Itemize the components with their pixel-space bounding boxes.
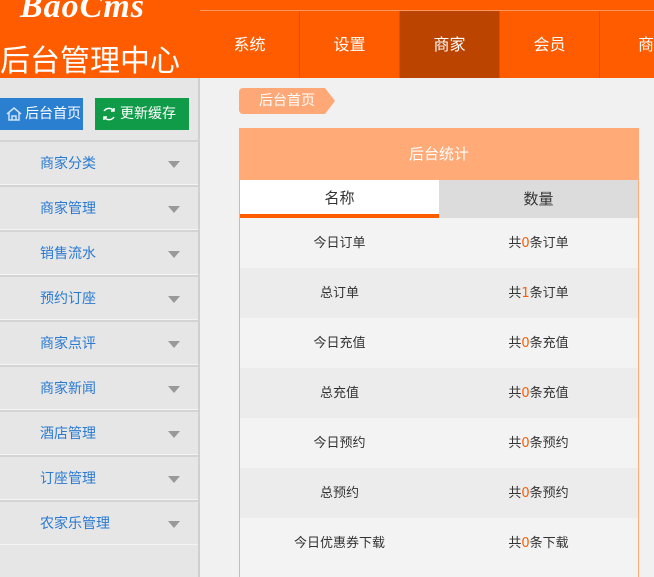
chevron-down-icon bbox=[168, 251, 180, 258]
sidebar-item-label: 销售流水 bbox=[40, 246, 96, 262]
table-body: 今日订单 共0条订单 总订单 共1条订单 今日充值 共0条充值 总充值 共0条充值 今日预约 共0… bbox=[240, 218, 638, 568]
count-suffix: 条订单 bbox=[529, 286, 569, 301]
sidebar-item-label: 订座管理 bbox=[40, 471, 96, 487]
sidebar-item[interactable]: 商家新闻 bbox=[0, 365, 198, 410]
sidebar-item[interactable]: 商家管理 bbox=[0, 185, 198, 230]
row-count: 共0条充值 bbox=[439, 368, 638, 418]
sidebar-item[interactable]: 酒店管理 bbox=[0, 410, 198, 455]
count-value: 0 bbox=[521, 236, 530, 251]
sidebar: 后台首页 更新缓存 商家分类商家管理销售流水预约订座商家点评商家新闻酒店管理订座… bbox=[0, 78, 200, 577]
logo: BaoCms bbox=[20, 0, 146, 25]
column-header-name[interactable]: 名称 bbox=[240, 180, 439, 218]
count-value: 0 bbox=[521, 486, 530, 501]
stats-table: 后台统计 名称 数量 今日订单 共0条订单 总订单 共1条订单 今日充值 共0条充值 总充值… bbox=[239, 128, 639, 577]
table-row: 总订单 共1条订单 bbox=[240, 268, 638, 318]
count-suffix: 条预约 bbox=[529, 486, 569, 501]
count-suffix: 条下载 bbox=[529, 536, 569, 551]
nav-tab-system[interactable]: 系统 bbox=[200, 11, 300, 78]
count-value: 1 bbox=[521, 286, 530, 301]
sidebar-item-label: 商家管理 bbox=[40, 201, 96, 217]
header: BaoCms 后台管理中心 系统 设置 商家 会员 商 bbox=[0, 0, 654, 79]
row-count: 共0条预约 bbox=[439, 418, 638, 468]
sidebar-item-label: 酒店管理 bbox=[40, 426, 96, 442]
chevron-down-icon bbox=[168, 386, 180, 393]
sidebar-item[interactable]: 商家分类 bbox=[0, 140, 198, 185]
row-count: 共0条充值 bbox=[439, 318, 638, 368]
count-suffix: 条订单 bbox=[529, 236, 569, 251]
row-name: 总预约 bbox=[319, 486, 359, 501]
sidebar-item[interactable]: 订座管理 bbox=[0, 455, 198, 500]
table-row: 今日预约 共0条预约 bbox=[240, 418, 638, 468]
count-suffix: 条预约 bbox=[529, 436, 569, 451]
row-count: 共1条订单 bbox=[439, 268, 638, 318]
top-nav: 系统 设置 商家 会员 商 bbox=[200, 11, 654, 78]
row-count: 共0条下载 bbox=[439, 518, 638, 568]
home-button[interactable]: 后台首页 bbox=[0, 98, 83, 130]
chevron-down-icon bbox=[168, 431, 180, 438]
chevron-down-icon bbox=[168, 521, 180, 528]
chevron-down-icon bbox=[168, 476, 180, 483]
nav-tab-settings[interactable]: 设置 bbox=[300, 11, 400, 78]
row-name: 今日充值 bbox=[313, 336, 366, 351]
row-name: 今日订单 bbox=[313, 236, 366, 251]
count-prefix: 共 bbox=[508, 486, 522, 501]
count-prefix: 共 bbox=[508, 286, 522, 301]
row-count: 共0条预约 bbox=[439, 468, 638, 518]
count-value: 0 bbox=[521, 336, 530, 351]
home-button-label: 后台首页 bbox=[25, 106, 81, 122]
sidebar-menu: 商家分类商家管理销售流水预约订座商家点评商家新闻酒店管理订座管理农家乐管理 bbox=[0, 140, 198, 545]
sidebar-item-label: 商家分类 bbox=[40, 156, 96, 172]
refresh-cache-label: 更新缓存 bbox=[120, 106, 176, 122]
sidebar-item[interactable]: 农家乐管理 bbox=[0, 500, 198, 545]
count-prefix: 共 bbox=[508, 386, 522, 401]
sidebar-item-label: 预约订座 bbox=[40, 291, 96, 307]
table-header: 名称 数量 bbox=[240, 180, 638, 218]
row-name: 总充值 bbox=[319, 386, 359, 401]
sidebar-item[interactable]: 商家点评 bbox=[0, 320, 198, 365]
count-prefix: 共 bbox=[508, 536, 522, 551]
count-suffix: 条充值 bbox=[529, 336, 569, 351]
stats-title: 后台统计 bbox=[240, 128, 638, 180]
count-prefix: 共 bbox=[508, 436, 522, 451]
sidebar-item[interactable]: 预约订座 bbox=[0, 275, 198, 320]
table-row: 总预约 共0条预约 bbox=[240, 468, 638, 518]
nav-tab-more[interactable]: 商 bbox=[600, 11, 654, 78]
home-icon bbox=[6, 107, 22, 121]
count-suffix: 条充值 bbox=[529, 386, 569, 401]
table-row: 今日充值 共0条充值 bbox=[240, 318, 638, 368]
sidebar-item[interactable]: 销售流水 bbox=[0, 230, 198, 275]
site-title: 后台管理中心 bbox=[0, 44, 180, 79]
count-prefix: 共 bbox=[508, 236, 522, 251]
sidebar-item-label: 农家乐管理 bbox=[40, 516, 110, 532]
row-name: 今日优惠券下载 bbox=[293, 536, 385, 551]
nav-tab-merchant[interactable]: 商家 bbox=[400, 11, 500, 78]
table-row: 总充值 共0条充值 bbox=[240, 368, 638, 418]
row-count: 共0条订单 bbox=[439, 218, 638, 268]
column-header-count[interactable]: 数量 bbox=[439, 180, 638, 218]
row-name: 今日预约 bbox=[313, 436, 366, 451]
nav-tab-member[interactable]: 会员 bbox=[500, 11, 600, 78]
chevron-down-icon bbox=[168, 296, 180, 303]
count-prefix: 共 bbox=[508, 336, 522, 351]
count-value: 0 bbox=[521, 436, 530, 451]
refresh-cache-button[interactable]: 更新缓存 bbox=[95, 98, 189, 130]
count-value: 0 bbox=[521, 536, 530, 551]
breadcrumb[interactable]: 后台首页 bbox=[239, 88, 335, 114]
table-row: 今日优惠券下载 共0条下载 bbox=[240, 518, 638, 568]
table-row: 今日订单 共0条订单 bbox=[240, 218, 638, 268]
sidebar-item-label: 商家点评 bbox=[40, 336, 96, 352]
row-name: 总订单 bbox=[319, 286, 359, 301]
chevron-down-icon bbox=[168, 341, 180, 348]
sidebar-item-label: 商家新闻 bbox=[40, 381, 96, 397]
count-value: 0 bbox=[521, 386, 530, 401]
refresh-icon bbox=[103, 107, 115, 121]
chevron-down-icon bbox=[168, 206, 180, 213]
chevron-down-icon bbox=[168, 161, 180, 168]
